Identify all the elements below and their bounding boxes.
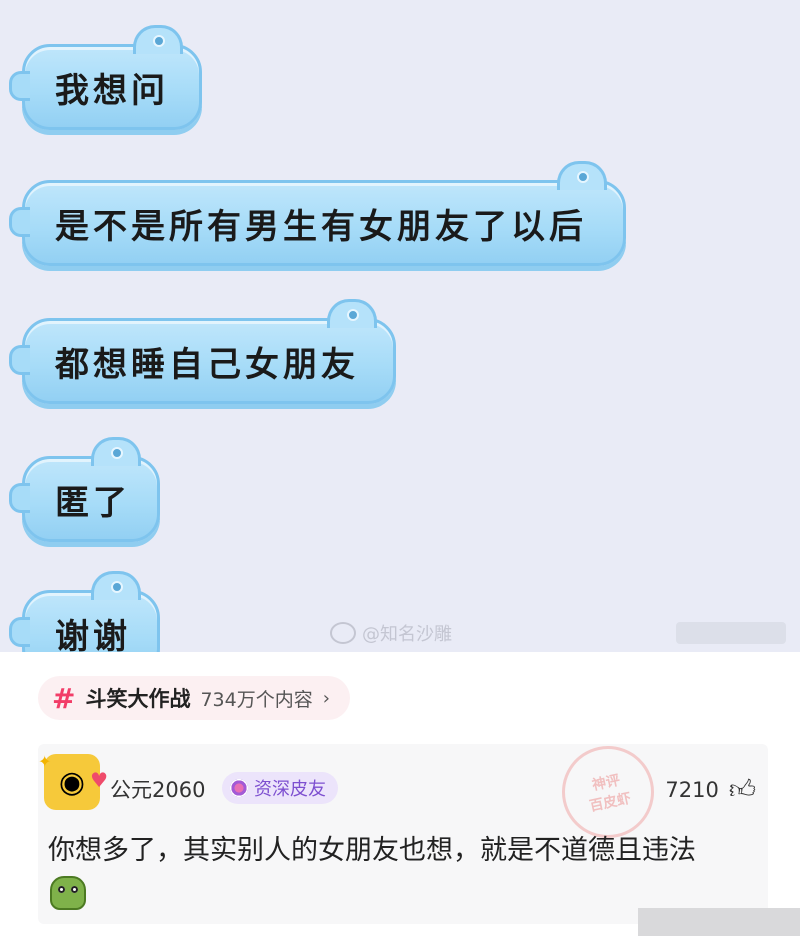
thumbs-up-icon: 👍︎ [728,775,756,805]
bubble-ear-dot [111,581,123,593]
bubble-ear-dot [111,447,123,459]
comment-text: 你想多了，其实别人的女朋友也想，就是不道德且违法 [48,835,696,866]
chat-bubble: 是不是所有男生有女朋友了以后 [9,161,626,266]
weibo-icon [330,622,356,644]
chat-message: 都想睡自己女朋友 [55,344,359,385]
heart-icon: ♥ [90,768,108,792]
watermark-text: @知名沙雕 [362,624,452,645]
chat-bubble: 我想问 [9,25,202,130]
chat-bubble: 谢谢 [9,571,160,653]
username[interactable]: 公元2060 [110,774,205,804]
bubble-ear-dot [577,171,589,183]
avatar[interactable]: ✦ ◉ ♥ [38,752,108,810]
chat-message: 我想问 [55,70,169,111]
badge-icon [230,779,248,797]
hashtag-icon: # [52,681,76,715]
like-button[interactable]: 7210 👍︎ [665,774,756,805]
chat-message: 匿了 [55,482,131,523]
turtle-emoji-icon [50,876,86,910]
bottom-overlay [638,908,800,936]
status-badge: 资深皮友 [222,772,338,804]
chat-bubble: 匿了 [9,437,160,542]
chat-bubble: 都想睡自己女朋友 [9,299,396,404]
badge-label: 资深皮友 [254,779,326,800]
topic-name: 斗笑大作战 [85,687,191,711]
sparkle-icon: ✦ [38,752,52,771]
bubble-ear-dot [347,309,359,321]
avatar-face-icon: ◉ [58,764,86,800]
weibo-watermark: @知名沙雕 [330,620,452,646]
bubble-ear-dot [153,35,165,47]
topic-tag[interactable]: # 斗笑大作战 734万个内容 › [38,676,350,720]
corner-watermark [676,622,786,644]
comment-card: ✦ ◉ ♥ 公元2060 资深皮友 神评 百皮虾 7210 👍︎ 你想多了，其实… [38,737,768,924]
chevron-right-icon: › [322,687,330,709]
chat-screenshot: 我想问 是不是所有男生有女朋友了以后 都想睡自己女朋友 匿了 谢谢 @知名沙雕 [0,0,800,652]
topic-count: 734万个内容 [200,688,313,711]
chat-message: 是不是所有男生有女朋友了以后 [55,206,587,247]
chat-message: 谢谢 [55,616,131,653]
like-count: 7210 [665,777,719,802]
